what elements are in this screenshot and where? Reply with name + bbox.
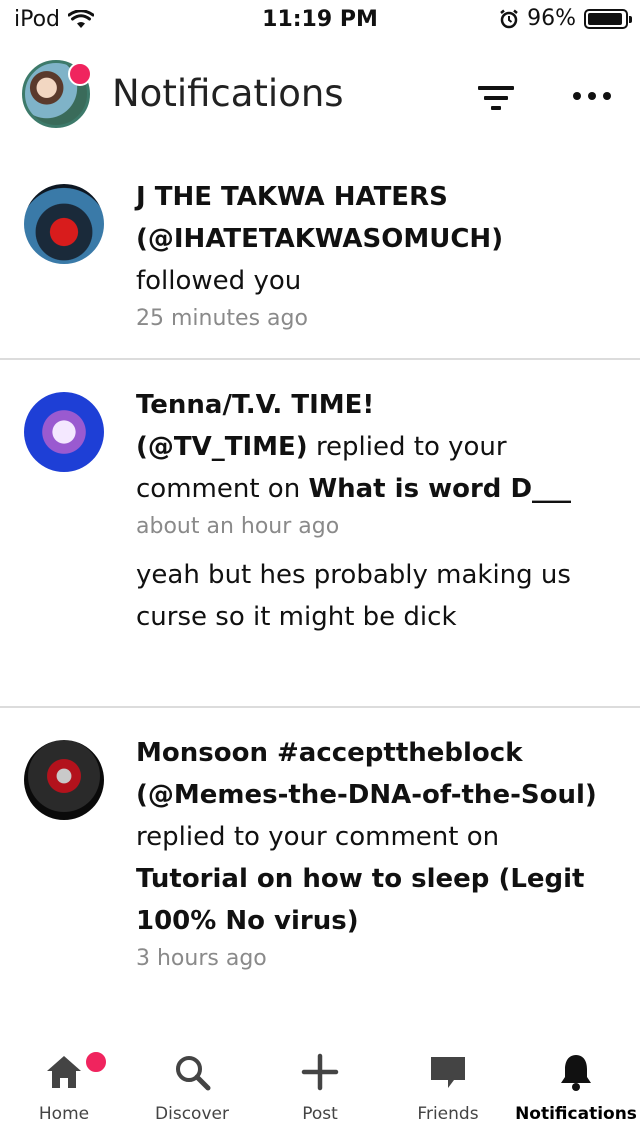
home-icon — [47, 1056, 81, 1088]
battery-percent: 96% — [527, 6, 576, 31]
tab-friends[interactable]: Friends — [384, 1036, 512, 1136]
avatar-badge — [68, 62, 92, 86]
battery-fill — [588, 12, 623, 25]
notification-action: followed you — [136, 266, 302, 296]
tab-label: Friends — [417, 1104, 479, 1124]
home-badge — [84, 1050, 108, 1074]
notification-user-name[interactable]: J THE TAKWA HATERS — [136, 182, 448, 212]
notification-action: replied to your comment on — [136, 822, 500, 852]
user-avatar[interactable] — [24, 184, 104, 264]
battery-icon — [584, 8, 632, 29]
comment-preview: yeah but hes probably making us curse so… — [136, 560, 571, 632]
tab-label: Discover — [155, 1104, 229, 1124]
plus-icon — [301, 1053, 339, 1091]
tab-post[interactable]: Post — [256, 1036, 384, 1136]
more-icon[interactable] — [570, 80, 614, 120]
notification-time: 3 hours ago — [136, 946, 267, 971]
notification-text: J THE TAKWA HATERS (@IHATETAKWASOMUCH) f… — [136, 176, 606, 336]
notification-post-title[interactable]: What is word D___ — [308, 474, 571, 504]
notification-user-name[interactable]: Monsoon #accepttheblock — [136, 738, 523, 768]
tab-label: Post — [302, 1104, 338, 1124]
status-bar: iPod 11:19 PM 96% — [0, 0, 640, 40]
header: Notifications — [0, 50, 640, 146]
notification-user-name[interactable]: Tenna/T.V. TIME! — [136, 390, 374, 420]
notification-text: Tenna/T.V. TIME! (@TV_TIME) replied to y… — [136, 384, 606, 638]
notification-item[interactable]: J THE TAKWA HATERS (@IHATETAKWASOMUCH) f… — [0, 162, 640, 360]
notification-item[interactable]: Monsoon #accepttheblock (@Memes-the-DNA-… — [0, 708, 640, 1038]
notification-post-title[interactable]: Tutorial on how to sleep (Legit 100% No … — [136, 864, 585, 936]
chat-icon — [431, 1057, 465, 1088]
alarm-icon — [500, 9, 518, 28]
notification-time: 25 minutes ago — [136, 306, 308, 331]
tab-discover[interactable]: Discover — [128, 1036, 256, 1136]
bell-icon — [561, 1055, 591, 1091]
notification-user-handle[interactable]: (@Memes-the-DNA-of-the-Soul) — [136, 780, 597, 810]
tab-notifications[interactable]: Notifications — [512, 1036, 640, 1136]
page-title: Notifications — [112, 72, 344, 115]
profile-avatar-button[interactable] — [22, 60, 92, 128]
status-right: 96% — [499, 6, 632, 31]
notification-item[interactable]: Tenna/T.V. TIME! (@TV_TIME) replied to y… — [0, 360, 640, 708]
notification-feed: J THE TAKWA HATERS (@IHATETAKWASOMUCH) f… — [0, 162, 640, 1038]
tab-label: Home — [38, 1104, 90, 1124]
tab-label: Notifications — [515, 1104, 637, 1124]
notification-time: about an hour ago — [136, 514, 340, 539]
user-avatar[interactable] — [24, 740, 104, 820]
filter-icon[interactable] — [474, 80, 518, 120]
notification-user-handle[interactable]: (@IHATETAKWASOMUCH) — [136, 224, 503, 254]
tab-bar: Home Discover Post Friends Notifications — [0, 1036, 640, 1136]
notification-text: Monsoon #accepttheblock (@Memes-the-DNA-… — [136, 732, 606, 976]
notification-user-handle[interactable]: (@TV_TIME) — [136, 432, 308, 462]
search-icon — [176, 1056, 211, 1091]
user-avatar[interactable] — [24, 392, 104, 472]
tab-home[interactable]: Home — [0, 1036, 128, 1136]
